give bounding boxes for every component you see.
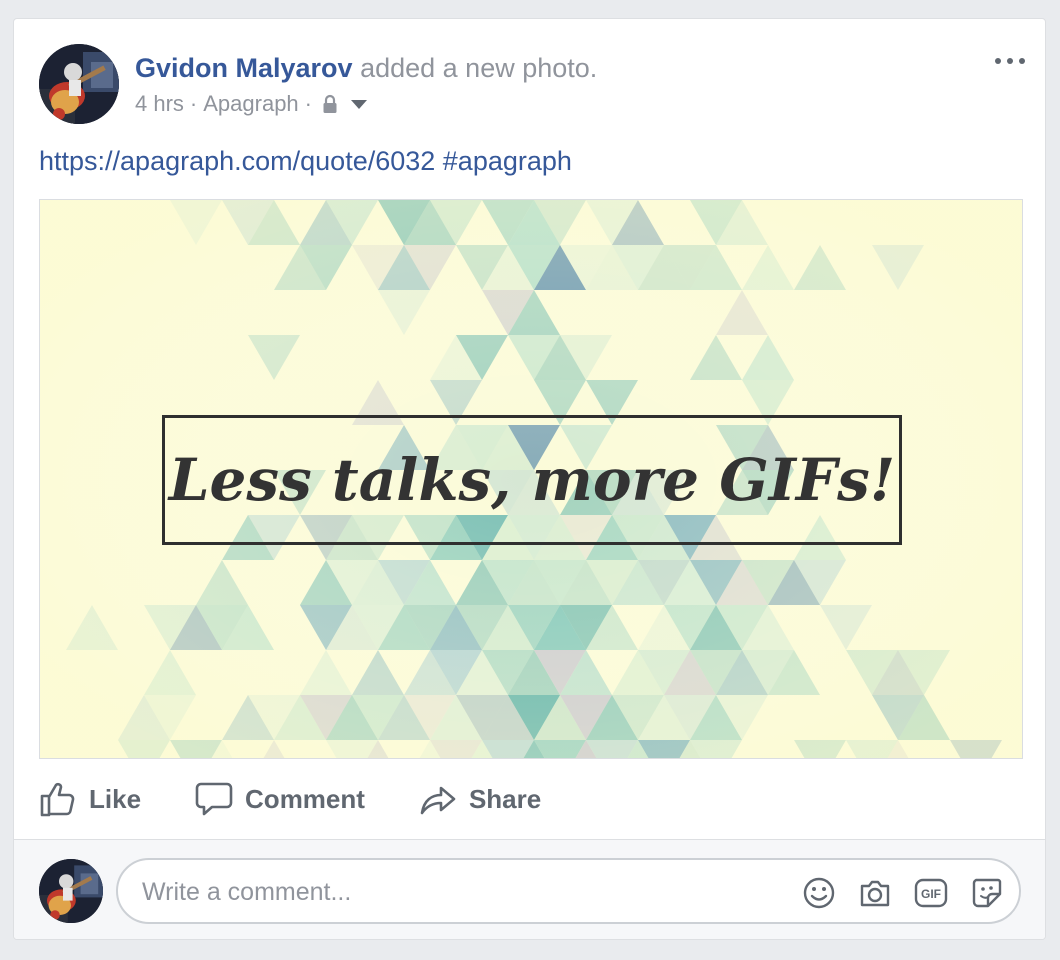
author-name-link[interactable]: Gvidon Malyarov [135, 53, 353, 83]
post-action-text: added a new photo. [360, 53, 598, 83]
gif-icon[interactable]: GIF [914, 876, 948, 910]
author-avatar[interactable] [39, 44, 119, 124]
camera-icon[interactable] [858, 876, 892, 910]
post-meta: 4 hrs · Apagraph · [135, 89, 368, 119]
comment-input[interactable] [140, 860, 784, 924]
meta-separator: · [189, 91, 198, 116]
more-horizontal-icon[interactable] [995, 51, 1025, 71]
share-label: Share [468, 783, 542, 814]
quote-text: Less talks, more GIFs! [168, 446, 896, 514]
like-label: Like [89, 783, 142, 814]
post-card: Gvidon Malyarov added a new photo. 4 hrs… [13, 18, 1046, 940]
share-button[interactable]: Share [419, 780, 541, 818]
meta-separator: · [304, 91, 312, 116]
comment-box: GIF [116, 858, 1021, 924]
post-timestamp[interactable]: 4 hrs [135, 89, 184, 119]
share-arrow-icon [420, 786, 456, 815]
thumbs-up-icon [40, 782, 75, 817]
current-user-avatar[interactable] [39, 859, 103, 923]
lock-icon [322, 94, 338, 114]
svg-text:GIF: GIF [921, 887, 941, 901]
quote-frame: Less talks, more GIFs! [162, 415, 902, 545]
post-photo[interactable]: Less talks, more GIFs! [39, 199, 1023, 759]
comment-label: Comment [245, 783, 365, 814]
post-source-link[interactable]: Apagraph [203, 89, 298, 119]
post-header-line: Gvidon Malyarov added a new photo. [135, 51, 597, 85]
comment-button[interactable]: Comment [195, 780, 365, 818]
caret-down-icon[interactable] [350, 98, 368, 110]
post-actions-bar: Like Comment Share [34, 775, 541, 823]
speech-bubble-icon [195, 782, 233, 816]
comment-composer: GIF [14, 839, 1045, 939]
sticker-icon[interactable] [970, 876, 1004, 910]
like-button[interactable]: Like [39, 780, 141, 818]
emoji-icon[interactable] [802, 876, 836, 910]
post-link[interactable]: https://apagraph.com/quote/6032 #apagrap… [39, 143, 572, 179]
